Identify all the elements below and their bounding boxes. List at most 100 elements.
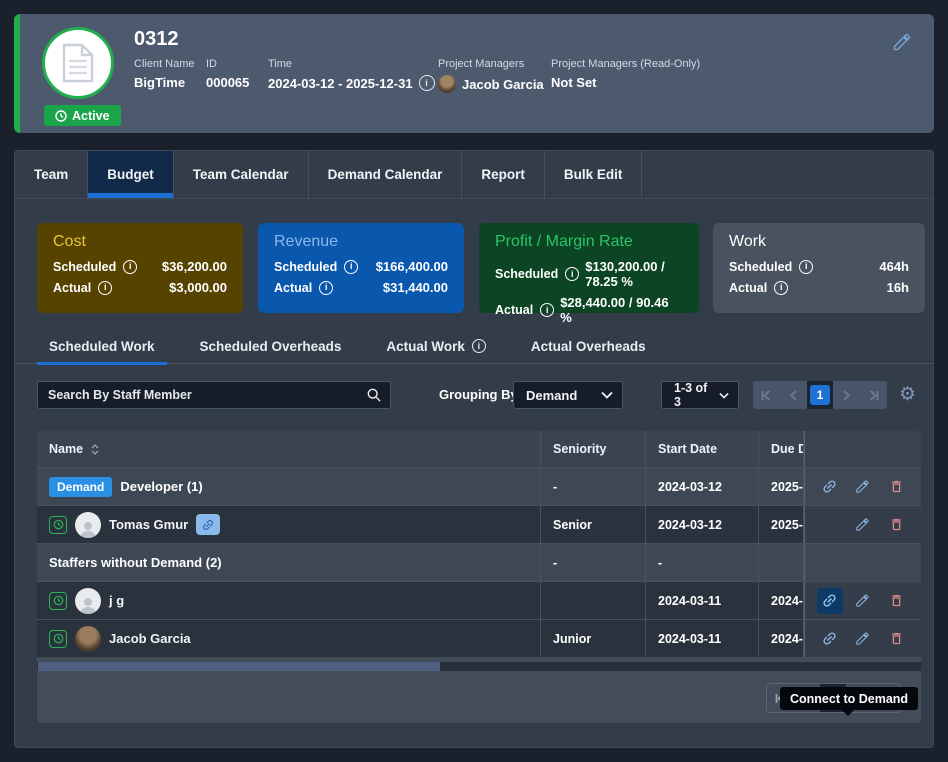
staff-active-status-icon	[49, 516, 67, 534]
table-settings-gear-icon[interactable]: ⚙	[899, 384, 916, 406]
table-row-j-g[interactable]: j g 2024-03-11 2024-0	[37, 581, 921, 619]
delete-row-button[interactable]	[883, 512, 909, 538]
clock-icon	[55, 110, 67, 122]
profit-actual-info-icon[interactable]: i	[540, 303, 554, 317]
cost-actual-info-icon[interactable]: i	[98, 281, 112, 295]
status-badge: Active	[44, 105, 121, 126]
linked-demand-badge-icon[interactable]	[196, 514, 220, 535]
column-header-name[interactable]: Name	[37, 431, 541, 467]
status-badge-label: Active	[72, 109, 110, 123]
time-value: 2024-03-12 - 2025-12-31	[268, 76, 413, 91]
subtab-scheduled-overheads[interactable]: Scheduled Overheads	[188, 329, 354, 364]
work-actual-info-icon[interactable]: i	[774, 281, 788, 295]
work-scheduled-label: Scheduled	[729, 260, 792, 274]
profit-actual-value: $28,440.00 / 90.46 %	[560, 295, 683, 325]
connect-to-demand-button[interactable]	[817, 474, 843, 500]
table-toolbar: Grouping By: Demand 1-3 of 3 1	[15, 381, 933, 411]
prev-page-button[interactable]	[780, 381, 807, 409]
revenue-scheduled-info-icon[interactable]: i	[344, 260, 358, 274]
column-header-due-date[interactable]: Due D	[759, 431, 804, 467]
cost-actual-value: $3,000.00	[169, 280, 227, 295]
staff-active-status-icon	[49, 592, 67, 610]
budget-subtabs: Scheduled Work Scheduled Overheads Actua…	[15, 329, 933, 364]
delete-row-button[interactable]	[883, 474, 909, 500]
search-input[interactable]	[38, 388, 367, 402]
seniority-value: -	[553, 556, 557, 570]
staff-photo-avatar	[75, 626, 101, 652]
seniority-value: Senior	[553, 518, 592, 532]
table-row-tomas-gmur[interactable]: Tomas Gmur Senior 2024-03-12 2025-1	[37, 505, 921, 543]
id-label: ID	[206, 58, 249, 70]
work-scheduled-value: 464h	[879, 259, 909, 274]
page-number: 1	[810, 385, 830, 405]
edit-row-button[interactable]	[850, 512, 876, 538]
work-card-title: Work	[729, 233, 909, 251]
project-manager-name: Jacob Garcia	[462, 77, 544, 92]
project-managers-readonly-field: Project Managers (Read-Only) Not Set	[551, 58, 700, 90]
project-avatar	[42, 27, 114, 99]
actual-work-info-icon[interactable]: i	[472, 339, 486, 353]
page-title: 0312	[134, 28, 179, 51]
start-date-value: 2024-03-11	[658, 632, 721, 646]
grouping-selected-value: Demand	[514, 388, 601, 403]
tab-team[interactable]: Team	[15, 151, 88, 198]
edit-row-button[interactable]	[850, 626, 876, 652]
work-actual-label: Actual	[729, 281, 767, 295]
id-field: ID 000065	[206, 58, 249, 90]
column-header-start-date[interactable]: Start Date	[646, 431, 759, 467]
sort-icon[interactable]	[91, 444, 99, 455]
first-page-button[interactable]	[753, 381, 780, 409]
tab-budget[interactable]: Budget	[88, 151, 174, 198]
page-range-select[interactable]: 1-3 of 3	[661, 381, 739, 409]
next-page-button[interactable]	[833, 381, 860, 409]
column-header-seniority[interactable]: Seniority	[541, 431, 646, 467]
subtab-actual-overheads[interactable]: Actual Overheads	[519, 329, 658, 364]
connect-to-demand-button[interactable]	[817, 626, 843, 652]
connect-to-demand-button-hovered[interactable]	[817, 588, 843, 614]
grouping-select[interactable]: Demand	[513, 381, 623, 409]
subtab-scheduled-work[interactable]: Scheduled Work	[37, 329, 167, 364]
delete-row-button[interactable]	[883, 626, 909, 652]
empty-action-slot	[817, 512, 843, 538]
project-header-card: Active 0312 Client Name BigTime ID 00006…	[14, 14, 934, 133]
revenue-scheduled-value: $166,400.00	[376, 259, 448, 274]
work-scheduled-info-icon[interactable]: i	[799, 260, 813, 274]
edit-row-button[interactable]	[850, 588, 876, 614]
top-pagination: 1	[753, 381, 887, 409]
table-row-staffers-without-demand[interactable]: Staffers without Demand (2) - -	[37, 543, 921, 581]
tab-team-calendar[interactable]: Team Calendar	[174, 151, 309, 198]
staff-avatar	[75, 588, 101, 614]
seniority-value: -	[553, 480, 557, 494]
table-header-row: Name Seniority Start Date Due D	[37, 431, 921, 467]
cost-scheduled-label: Scheduled	[53, 260, 116, 274]
id-value: 000065	[206, 75, 249, 90]
time-info-icon[interactable]: i	[419, 75, 435, 91]
edit-row-button[interactable]	[850, 474, 876, 500]
group-name: Developer (1)	[120, 479, 202, 494]
search-icon[interactable]	[367, 388, 381, 402]
table-row-demand-developer[interactable]: Demand Developer (1) - 2024-03-12 2025-1	[37, 467, 921, 505]
due-date-value: 2025-1	[771, 518, 804, 532]
start-date-value: 2024-03-12	[658, 518, 722, 532]
horizontal-scrollbar-thumb[interactable]	[38, 662, 440, 671]
profit-card-title: Profit / Margin Rate	[495, 233, 683, 251]
horizontal-scrollbar[interactable]	[37, 662, 921, 671]
demand-badge: Demand	[49, 477, 112, 497]
work-summary-card: Work Scheduled i 464h Actual i 16h	[713, 223, 925, 313]
seniority-value: Junior	[553, 632, 591, 646]
cost-scheduled-info-icon[interactable]: i	[123, 260, 137, 274]
tab-demand-calendar[interactable]: Demand Calendar	[309, 151, 463, 198]
subtab-actual-work[interactable]: Actual Work i	[374, 329, 498, 364]
project-managers-field: Project Managers Jacob Garcia	[438, 58, 544, 93]
revenue-actual-info-icon[interactable]: i	[319, 281, 333, 295]
current-page-button[interactable]: 1	[807, 381, 834, 409]
last-page-button[interactable]	[860, 381, 887, 409]
client-name-field: Client Name BigTime	[134, 58, 195, 90]
delete-row-button[interactable]	[883, 588, 909, 614]
edit-project-icon[interactable]	[892, 32, 912, 52]
profit-scheduled-info-icon[interactable]: i	[565, 267, 579, 281]
table-row-jacob-garcia[interactable]: Jacob Garcia Junior 2024-03-11 2024-0	[37, 619, 921, 657]
tab-bulk-edit[interactable]: Bulk Edit	[545, 151, 643, 198]
group-name: Staffers without Demand (2)	[49, 555, 222, 570]
tab-report[interactable]: Report	[462, 151, 545, 198]
